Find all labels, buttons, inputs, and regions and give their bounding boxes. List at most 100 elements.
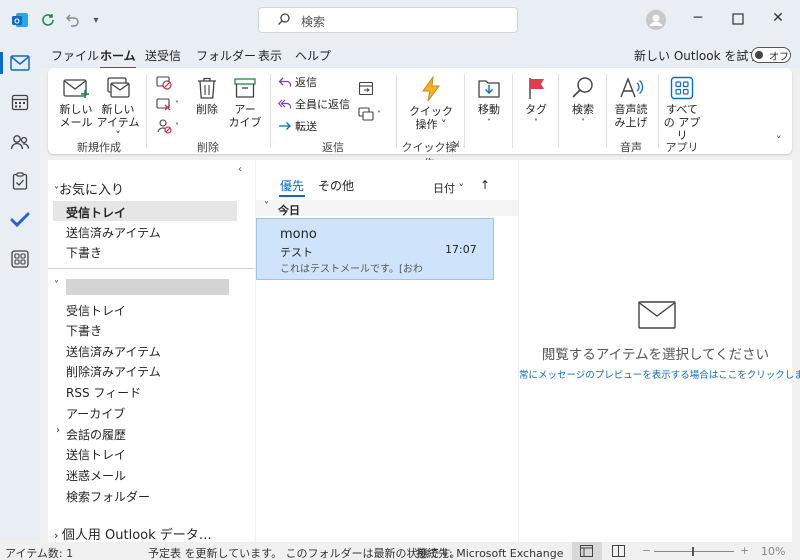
group-label-voice: 音声 — [620, 141, 642, 154]
zoom-out-button[interactable]: − — [642, 544, 651, 557]
new-item-button[interactable]: 新しい アイテム ˅ — [96, 76, 140, 142]
outlook-logo-icon: O — [10, 10, 30, 30]
close-button[interactable]: ✕ — [768, 10, 788, 30]
search-icon — [277, 12, 291, 29]
new-item-icon — [107, 77, 130, 98]
calendar-icon[interactable] — [8, 90, 32, 114]
chevron-right-icon[interactable]: › — [56, 425, 60, 436]
meeting-reply-button[interactable] — [358, 80, 374, 96]
quick-steps-button[interactable]: クイック 操作 ˅ — [406, 76, 456, 131]
junk-button[interactable]: ˅ — [156, 118, 179, 134]
reply-all-button[interactable]: 全員に返信 — [278, 96, 350, 112]
ignore-button[interactable] — [156, 74, 172, 90]
account-name-redacted[interactable] — [66, 279, 229, 295]
maximize-button[interactable] — [728, 10, 748, 30]
new-outlook-label: 新しい Outlook を試す — [634, 49, 761, 63]
zoom-slider-thumb[interactable] — [692, 547, 694, 556]
favorite-drafts[interactable]: 下書き — [66, 244, 102, 261]
folder-rss[interactable]: RSS フィード — [66, 384, 141, 401]
ribbon-collapse-icon[interactable]: ˅ — [776, 134, 782, 147]
reply-label: 返信 — [295, 76, 317, 89]
tab-home[interactable]: ホーム — [100, 47, 136, 69]
move-folder-icon — [478, 80, 500, 98]
avatar[interactable] — [646, 10, 666, 30]
archive-button[interactable]: アー カイブ — [228, 76, 262, 129]
search-placeholder: 検索 — [301, 15, 326, 29]
reply-button[interactable]: 返信 — [278, 74, 317, 90]
cleanup-button[interactable]: ˅ — [156, 96, 179, 112]
toggle-knob — [755, 51, 763, 59]
read-aloud-icon — [620, 77, 644, 98]
favorites-header[interactable]: ˅お気に入り — [54, 179, 124, 198]
message-item[interactable]: mono テスト 17:07 これはテストメールです。[おわ — [256, 218, 494, 280]
normal-view-icon — [580, 545, 593, 557]
tag-button[interactable]: タグ ˅ — [520, 76, 552, 129]
todo-check-icon[interactable] — [8, 208, 32, 232]
reading-view-icon — [612, 545, 625, 557]
all-apps-button[interactable]: すべて の アプリ — [662, 76, 702, 142]
personal-data-header[interactable]: › 個人用 Outlook データ… — [54, 524, 212, 543]
minimize-button[interactable]: ─ — [688, 10, 708, 30]
archive-label-1: アー — [234, 103, 256, 116]
tab-view[interactable]: 表示 — [258, 47, 282, 64]
reply-icon — [278, 77, 292, 87]
tab-file[interactable]: ファイル — [51, 47, 99, 64]
quick-access-dropdown-icon[interactable]: ▾ — [86, 10, 106, 30]
favorite-inbox[interactable]: 受信トレイ — [66, 204, 126, 221]
zoom-slider[interactable] — [654, 551, 734, 552]
item-count: アイテム数: 1 — [5, 547, 74, 560]
group-header-today[interactable]: ˅ 今日 — [256, 200, 518, 217]
read-aloud-button[interactable]: 音声読 み上げ — [611, 76, 651, 129]
tab-help[interactable]: ヘルプ — [295, 47, 331, 64]
chevron-down-icon: ˅ — [534, 118, 538, 127]
folder-archive[interactable]: アーカイブ — [66, 405, 125, 422]
collapse-pane-icon[interactable]: ‹ — [238, 164, 242, 175]
reading-view-button[interactable] — [612, 545, 625, 560]
new-outlook-toggle[interactable]: オフ — [751, 47, 791, 63]
ribbon: 新しい メール 新しい アイテム ˅ 新規作成 ˅ ˅ 削除 アー カイブ 削除… — [48, 68, 792, 170]
zoom-in-button[interactable]: + — [740, 544, 749, 557]
mail-icon[interactable] — [8, 51, 32, 75]
move-button[interactable]: 移動 ˅ — [472, 76, 506, 129]
find-button[interactable]: 検索 ˅ — [566, 76, 600, 129]
trash-icon — [198, 77, 216, 99]
folder-deleted[interactable]: 削除済みアイテム — [66, 363, 161, 380]
undo-icon[interactable] — [62, 10, 82, 30]
forward-button[interactable]: 転送 — [278, 118, 317, 134]
sync-icon[interactable] — [38, 10, 58, 30]
new-mail-label-2: メール — [59, 116, 93, 129]
chevron-down-icon[interactable]: ˅ — [54, 280, 59, 291]
dialog-launcher-icon[interactable]: ⇲ — [452, 140, 460, 150]
folder-conversation-history[interactable]: 会話の履歴 — [66, 426, 126, 443]
preview-link[interactable]: 常にメッセージのプレビューを表示する場合はここをクリックします — [519, 367, 800, 381]
status-bar: アイテム数: 1 予定表 を更新しています。 このフォルダーは最新の状態です。 … — [0, 542, 800, 560]
tab-other[interactable]: その他 — [318, 177, 354, 194]
tab-folder[interactable]: フォルダー — [196, 47, 256, 64]
new-mail-button[interactable]: 新しい メール — [58, 76, 94, 129]
search-input[interactable]: 検索 — [258, 7, 518, 33]
normal-view-button[interactable] — [572, 542, 602, 560]
people-icon[interactable] — [8, 130, 32, 154]
favorite-sent[interactable]: 送信済みアイテム — [66, 224, 161, 241]
app-rail — [0, 40, 40, 540]
sort-direction-icon[interactable]: ↑ — [480, 178, 490, 192]
apps-grid-icon[interactable] — [8, 247, 32, 271]
tab-focused[interactable]: 優先 — [280, 177, 304, 194]
delete-label: 削除 — [196, 103, 218, 116]
delete-button[interactable]: 削除 — [192, 76, 222, 116]
more-respond-button[interactable]: ˅ — [358, 106, 381, 122]
tasks-icon[interactable] — [8, 169, 32, 193]
folder-sent[interactable]: 送信済みアイテム — [66, 343, 161, 360]
ribbon-separator — [606, 74, 607, 148]
folder-outbox[interactable]: 送信トレイ — [66, 446, 126, 463]
folder-search-folders[interactable]: 検索フォルダー — [66, 488, 150, 505]
folder-drafts[interactable]: 下書き — [66, 322, 102, 339]
ribbon-separator — [396, 74, 397, 148]
tab-send-receive[interactable]: 送受信 — [145, 47, 181, 64]
sort-by-date[interactable]: 日付 ˅ — [433, 180, 464, 196]
forward-label: 転送 — [295, 120, 317, 133]
group-label-new: 新規作成 — [77, 141, 121, 154]
connection-status: 接続先: Microsoft Exchange — [416, 547, 564, 560]
folder-inbox[interactable]: 受信トレイ — [66, 302, 126, 319]
folder-junk[interactable]: 迷惑メール — [66, 467, 126, 484]
